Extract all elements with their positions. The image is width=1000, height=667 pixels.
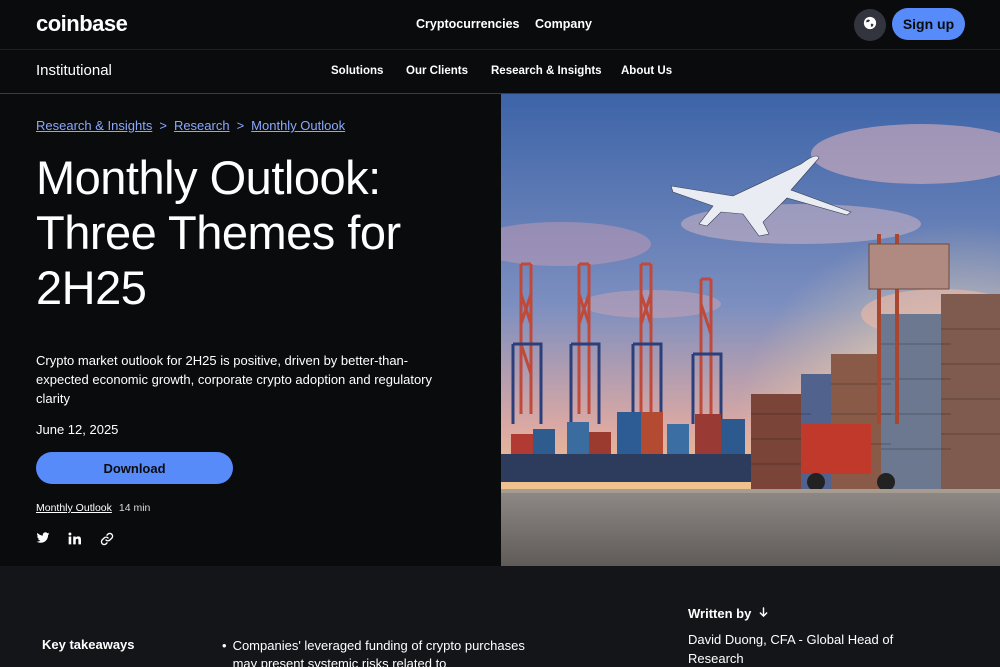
hero-image-port-airplane <box>501 94 1000 566</box>
download-button[interactable]: Download <box>36 452 233 484</box>
hero-content: Research & Insights > Research > Monthly… <box>0 94 501 566</box>
nav-company[interactable]: Company <box>535 17 592 31</box>
institutional-brand[interactable]: Institutional <box>36 62 112 79</box>
breadcrumb-separator: > <box>236 118 245 133</box>
category-tag[interactable]: Monthly Outlook <box>36 502 112 514</box>
breadcrumb: Research & Insights > Research > Monthly… <box>36 118 345 133</box>
institutional-subnav: Institutional Solutions Our Clients Rese… <box>0 50 1000 94</box>
article-summary-section: Key takeaways • Companies' leveraged fun… <box>0 566 1000 667</box>
read-time: 14 min <box>118 502 151 514</box>
globe-icon <box>863 16 877 35</box>
publish-date: June 12, 2025 <box>36 422 119 437</box>
breadcrumb-research-insights[interactable]: Research & Insights <box>36 118 152 133</box>
takeaway-item: • Companies' leveraged funding of crypto… <box>222 637 532 667</box>
author-name[interactable]: David Duong, CFA - Global Head of Resear… <box>688 630 948 667</box>
coinbase-logo[interactable]: coinbase <box>36 11 128 37</box>
sign-up-button[interactable]: Sign up <box>892 8 965 40</box>
arrow-down-icon <box>759 606 768 621</box>
link-icon[interactable] <box>100 532 114 546</box>
bullet-icon: • <box>222 638 227 653</box>
subnav-our-clients[interactable]: Our Clients <box>406 65 468 77</box>
written-by-toggle[interactable]: Written by <box>688 606 768 621</box>
breadcrumb-separator: > <box>159 118 167 133</box>
nav-cryptocurrencies[interactable]: Cryptocurrencies <box>416 17 520 31</box>
share-links <box>36 532 114 546</box>
hero-description: Crypto market outlook for 2H25 is positi… <box>36 353 433 406</box>
article-meta: Monthly Outlook 14 min <box>36 502 150 514</box>
subnav-solutions[interactable]: Solutions <box>331 65 383 77</box>
key-takeaways-label: Key takeaways <box>42 637 135 652</box>
written-by-label: Written by <box>688 606 752 621</box>
language-button[interactable] <box>854 9 886 41</box>
top-navbar: coinbase Cryptocurrencies Company Sign u… <box>0 0 1000 50</box>
subnav-research-insights[interactable]: Research & Insights <box>491 65 602 77</box>
takeaway-text: Companies' leveraged funding of crypto p… <box>232 638 525 667</box>
breadcrumb-monthly-outlook[interactable]: Monthly Outlook <box>251 118 345 133</box>
linkedin-icon[interactable] <box>68 532 82 546</box>
page-title: Monthly Outlook: Three Themes for 2H25 <box>36 151 401 314</box>
subnav-about-us[interactable]: About Us <box>621 65 672 77</box>
twitter-icon[interactable] <box>36 532 50 546</box>
breadcrumb-research[interactable]: Research <box>174 118 230 133</box>
